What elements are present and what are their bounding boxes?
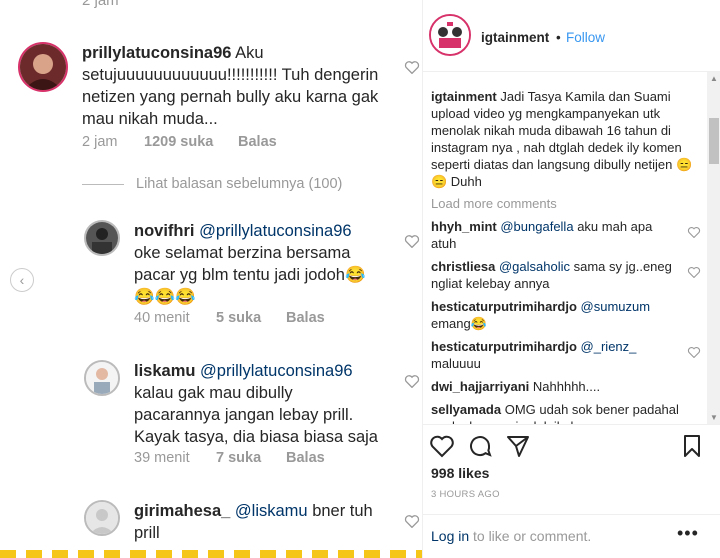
list-item: dwi_hajjarriyani Nahhhhh.... bbox=[431, 378, 703, 395]
comment-likes[interactable]: 7 suka bbox=[216, 450, 286, 466]
list-item: hesticaturputrimihardjo @_rienz_ maluuuu bbox=[431, 338, 703, 372]
comment-username[interactable]: hesticaturputrimihardjo bbox=[431, 299, 577, 314]
comment-line: liskamu @prillylatuconsina96 bbox=[134, 360, 418, 382]
divider bbox=[82, 183, 124, 185]
heart-icon[interactable] bbox=[404, 234, 420, 248]
comment-likes[interactable]: 5 suka bbox=[216, 310, 286, 326]
comment-time: 2 jam bbox=[82, 134, 118, 150]
bookmark-icon[interactable] bbox=[679, 433, 705, 459]
comment-username[interactable]: hhyh_mint bbox=[431, 219, 497, 234]
comment-username[interactable]: girimahesa_ bbox=[134, 502, 230, 520]
scrollbar-thumb[interactable] bbox=[709, 118, 719, 164]
comment-username[interactable]: dwi_hajjarriyani bbox=[431, 379, 529, 394]
reply-button[interactable]: Balas bbox=[238, 134, 277, 150]
comment-line: girimahesa_ @liskamu bner tuh bbox=[134, 500, 418, 522]
login-link[interactable]: Log in bbox=[431, 528, 469, 544]
comment-text: emang😂 bbox=[431, 316, 487, 331]
comment-username[interactable]: sellyamada bbox=[431, 402, 501, 417]
like-count[interactable]: 998 likes bbox=[431, 465, 489, 481]
share-icon[interactable] bbox=[505, 433, 531, 459]
avatar[interactable] bbox=[84, 360, 120, 396]
follow-button[interactable]: Follow bbox=[566, 30, 605, 45]
comment-line: novifhri @prillylatuconsina96 bbox=[134, 220, 418, 242]
heart-icon[interactable] bbox=[687, 346, 701, 358]
mention-link[interactable]: @liskamu bbox=[235, 502, 308, 520]
post-timestamp: 3 HOURS AGO bbox=[431, 489, 500, 500]
mention-link[interactable]: @bungafella bbox=[500, 219, 573, 234]
mention-link[interactable]: @sumuzum bbox=[581, 299, 651, 314]
heart-icon[interactable] bbox=[404, 374, 420, 388]
post-actions bbox=[423, 424, 720, 464]
comment-icon[interactable] bbox=[467, 433, 493, 459]
comment-list: hhyh_mint @bungafella aku mah apa atuh c… bbox=[431, 218, 703, 424]
heart-icon[interactable] bbox=[429, 433, 455, 459]
chevron-left-icon[interactable]: ‹ bbox=[10, 268, 34, 292]
mention-link[interactable]: @prillylatuconsina96 bbox=[199, 222, 352, 240]
reply-button[interactable]: Balas bbox=[286, 310, 325, 326]
comment-line: pacarannya jangan lebay prill. bbox=[134, 406, 354, 424]
scroll-down-icon[interactable]: ▼ bbox=[710, 413, 718, 422]
comment-line: kalau gak mau dibully bbox=[134, 384, 293, 402]
comment-line: mau nikah muda... bbox=[82, 110, 218, 128]
zoomed-comments-panel: 2 jam prillylatuconsina96 Aku setujuuuuu… bbox=[0, 0, 422, 558]
mention-link[interactable]: @prillylatuconsina96 bbox=[200, 362, 353, 380]
separator-dot: • bbox=[556, 30, 561, 45]
comment-time: 40 menit bbox=[134, 310, 190, 326]
caption-text: Jadi Tasya Kamila dan Suami upload video… bbox=[431, 89, 693, 189]
comment-username[interactable]: christliesa bbox=[431, 259, 495, 274]
comment-line: prillylatuconsina96 Aku bbox=[82, 44, 264, 62]
view-previous-label: Lihat balasan sebelumnya (100) bbox=[136, 176, 343, 192]
login-footer: Log in to like or comment. ••• bbox=[423, 514, 720, 558]
post-sidebar: igtainment • Follow igtainment Jadi Tasy… bbox=[422, 0, 720, 558]
login-prompt: to like or comment. bbox=[473, 528, 592, 544]
mention-link[interactable]: @_rienz_ bbox=[581, 339, 637, 354]
list-item: hhyh_mint @bungafella aku mah apa atuh bbox=[431, 218, 703, 252]
comment-username[interactable]: novifhri bbox=[134, 222, 195, 240]
load-more-comments[interactable]: Load more comments bbox=[431, 196, 557, 211]
more-options-icon[interactable]: ••• bbox=[677, 523, 699, 544]
view-previous-replies[interactable]: Lihat balasan sebelumnya (100) bbox=[82, 176, 342, 192]
comment-time: 39 menit bbox=[134, 450, 190, 466]
comment-line: 😂😂😂 bbox=[134, 288, 196, 306]
comment-line: pacar yg blm tentu jadi jodoh😂 bbox=[134, 266, 366, 284]
comment-username[interactable]: hesticaturputrimihardjo bbox=[431, 339, 577, 354]
mention-link[interactable]: @galsaholic bbox=[499, 259, 570, 274]
comment-likes[interactable]: 1209 suka bbox=[144, 134, 238, 150]
avatar[interactable] bbox=[84, 500, 120, 536]
list-item: christliesa @galsaholic sama sy jg..eneg… bbox=[431, 258, 703, 292]
comment-line: Kayak tasya, dia biasa biasa saja bbox=[134, 428, 378, 446]
comment-text: maluuuu bbox=[431, 356, 481, 371]
comment-text: Nahhhhh.... bbox=[532, 379, 601, 394]
comment-line: bner tuh bbox=[312, 502, 373, 520]
caption-username[interactable]: igtainment bbox=[431, 89, 497, 104]
comment-line: prill bbox=[134, 524, 160, 542]
heart-icon[interactable] bbox=[687, 226, 701, 238]
avatar[interactable] bbox=[84, 220, 120, 256]
list-item: sellyamada OMG udah sok bener padahal zo… bbox=[431, 401, 703, 424]
heart-icon[interactable] bbox=[404, 514, 420, 528]
heart-icon[interactable] bbox=[404, 60, 420, 74]
comment-time: 2 jam bbox=[82, 0, 119, 9]
heart-icon[interactable] bbox=[687, 266, 701, 278]
comment-username[interactable]: prillylatuconsina96 bbox=[82, 44, 231, 62]
avatar[interactable] bbox=[429, 14, 471, 56]
reply-button[interactable]: Balas bbox=[286, 450, 325, 466]
emoji-strip bbox=[0, 550, 422, 558]
scrollbar[interactable]: ▲ ▼ bbox=[707, 72, 720, 424]
avatar[interactable] bbox=[18, 42, 68, 92]
account-name[interactable]: igtainment bbox=[481, 30, 549, 45]
comment-line: oke selamat berzina bersama bbox=[134, 244, 351, 262]
scroll-up-icon[interactable]: ▲ bbox=[710, 74, 718, 83]
comment-line: setujuuuuuuuuuuuu!!!!!!!!!!! Tuh dengeri… bbox=[82, 66, 379, 84]
post-caption: igtainment Jadi Tasya Kamila dan Suami u… bbox=[431, 88, 699, 190]
post-header: igtainment • Follow bbox=[423, 0, 720, 72]
comment-username[interactable]: liskamu bbox=[134, 362, 195, 380]
list-item: hesticaturputrimihardjo @sumuzum emang😂 bbox=[431, 298, 703, 332]
comment-line: netizen yang pernah bully aku karna gak bbox=[82, 88, 379, 106]
comments-scroll-area[interactable]: igtainment Jadi Tasya Kamila dan Suami u… bbox=[423, 72, 707, 424]
